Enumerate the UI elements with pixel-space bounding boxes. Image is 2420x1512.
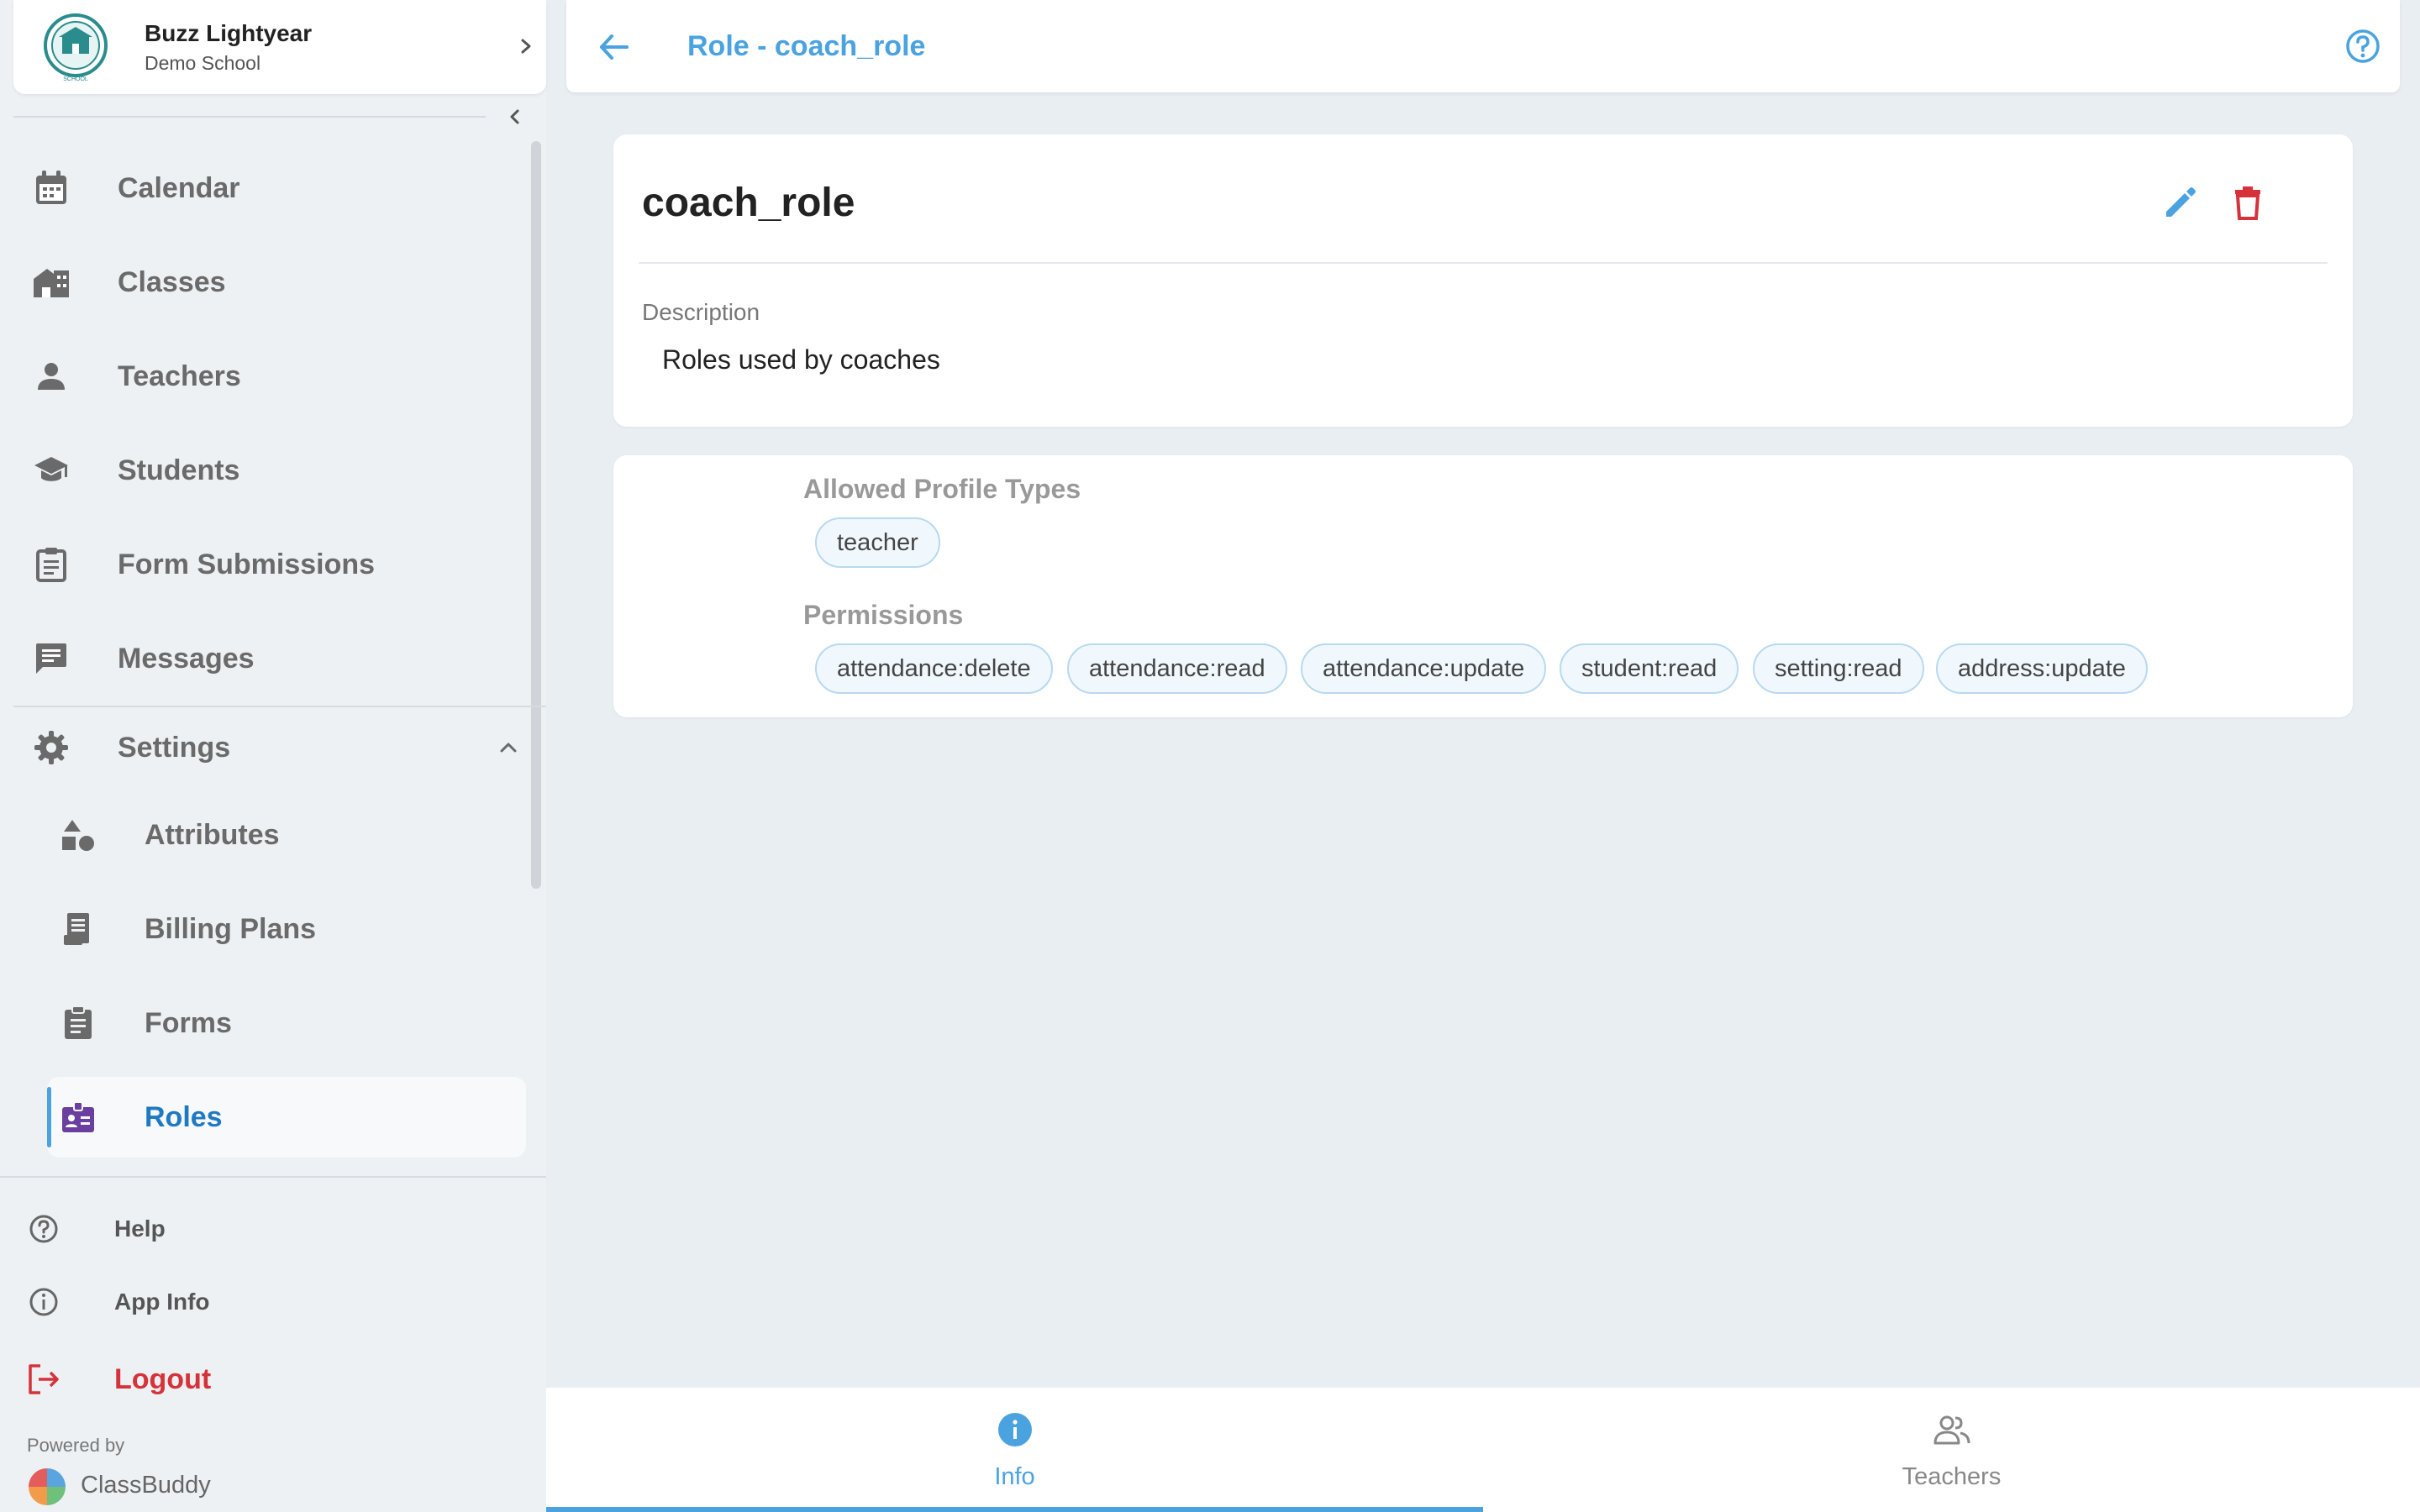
chevron-right-icon <box>521 39 531 54</box>
sidebar-item-form-submissions[interactable]: Form Submissions <box>13 522 526 606</box>
chevron-up-icon <box>500 743 517 753</box>
sidebar-item-messages[interactable]: Messages <box>13 617 526 701</box>
message-icon <box>32 639 71 678</box>
sidebar-item-settings[interactable]: Settings <box>13 706 526 790</box>
permission-chip[interactable]: attendance:update <box>1301 643 1547 694</box>
active-tab-indicator <box>546 1507 1483 1512</box>
profile-name: Buzz Lightyear <box>145 20 313 46</box>
back-arrow-icon[interactable] <box>595 29 632 66</box>
page-title: Role - coach_role <box>687 30 926 62</box>
app-info-link[interactable]: App Info <box>13 1273 518 1331</box>
school-logo: SCHOOL <box>44 13 108 82</box>
delete-trash-icon[interactable] <box>2228 183 2267 222</box>
help-label: Help <box>114 1215 166 1242</box>
divider <box>0 1176 546 1178</box>
sidebar-item-label: Roles <box>145 1100 223 1133</box>
sidebar-item-calendar[interactable]: Calendar <box>13 146 526 230</box>
sidebar-item-label: Classes <box>118 265 226 298</box>
page-header: Role - coach_role <box>566 0 2400 92</box>
sidebar-item-forms[interactable]: Forms <box>13 981 526 1065</box>
profile-switcher[interactable]: SCHOOL Buzz Lightyear Demo School <box>13 0 546 94</box>
classes-icon <box>32 263 71 302</box>
sidebar-item-teachers[interactable]: Teachers <box>13 334 526 418</box>
divider <box>639 262 2328 264</box>
permissions-label: Permissions <box>803 600 964 630</box>
divider <box>13 116 486 118</box>
school-logo-text: SCHOOL <box>63 76 88 82</box>
sidebar-item-label: Settings <box>118 731 231 764</box>
permission-chip[interactable]: setting:read <box>1753 643 1924 694</box>
role-details-card: coach_role Description Roles used by coa… <box>613 134 2353 427</box>
permission-chip[interactable]: attendance:read <box>1067 643 1287 694</box>
sidebar-item-label: Billing Plans <box>145 912 317 945</box>
edit-pencil-icon[interactable] <box>2161 183 2200 222</box>
profile-type-chip[interactable]: teacher <box>815 517 940 568</box>
clipboard-list-icon <box>32 545 71 584</box>
sidebar-item-attributes[interactable]: Attributes <box>13 793 526 877</box>
sidebar-item-label: Students <box>118 454 240 486</box>
logout-icon <box>27 1362 60 1396</box>
classbuddy-logo-icon <box>29 1468 66 1505</box>
sidebar-item-label: Form Submissions <box>118 548 376 580</box>
graduation-cap-icon <box>32 451 71 490</box>
info-icon <box>990 1404 1040 1455</box>
sidebar-item-students[interactable]: Students <box>13 428 526 512</box>
gear-icon <box>32 728 71 767</box>
help-icon[interactable] <box>2344 28 2381 65</box>
role-name: coach_role <box>642 181 855 225</box>
powered-by-text: Powered by <box>27 1435 125 1456</box>
brand-name: ClassBuddy <box>81 1472 211 1499</box>
receipt-icon <box>59 910 97 948</box>
tab-label: Info <box>994 1463 1035 1490</box>
description-value: Roles used by coaches <box>662 344 940 375</box>
sidebar-item-label: Forms <box>145 1006 232 1039</box>
person-icon <box>32 357 71 396</box>
tab-info[interactable]: Info <box>546 1388 1483 1512</box>
clipboard-icon <box>59 1004 97 1042</box>
sidebar-item-roles[interactable]: Roles <box>13 1075 526 1159</box>
help-link[interactable]: Help <box>13 1200 518 1258</box>
sidebar: SCHOOL Buzz Lightyear Demo School Calend… <box>0 0 546 1512</box>
people-icon <box>1927 1404 1977 1455</box>
permission-chip[interactable]: student:read <box>1560 643 1739 694</box>
badge-icon <box>59 1098 97 1137</box>
tab-teachers[interactable]: Teachers <box>1483 1388 2420 1512</box>
sidebar-item-label: Calendar <box>118 171 240 204</box>
app-info-label: App Info <box>114 1289 210 1315</box>
bottom-tab-bar: Info Teachers <box>546 1388 2420 1512</box>
tab-label: Teachers <box>1902 1463 2002 1490</box>
calendar-icon <box>32 169 71 207</box>
role-access-card: Allowed Profile Types teacher Permission… <box>613 455 2353 717</box>
shapes-icon <box>59 816 97 854</box>
sidebar-item-classes[interactable]: Classes <box>13 240 526 324</box>
sidebar-item-billing-plans[interactable]: Billing Plans <box>13 887 526 971</box>
sidebar-item-label: Attributes <box>145 818 280 851</box>
info-circle-icon <box>27 1285 60 1319</box>
permission-chip[interactable]: address:update <box>1936 643 2148 694</box>
sidebar-item-label: Messages <box>118 642 255 675</box>
help-circle-icon <box>27 1212 60 1246</box>
description-label: Description <box>642 299 760 325</box>
logout-button[interactable]: Logout <box>13 1350 518 1409</box>
sidebar-scrollbar[interactable] <box>531 141 541 889</box>
logout-label: Logout <box>114 1362 212 1395</box>
collapse-sidebar-icon[interactable] <box>502 104 528 129</box>
allowed-profile-types-label: Allowed Profile Types <box>803 474 1081 504</box>
permission-chip[interactable]: attendance:delete <box>815 643 1053 694</box>
profile-school: Demo School <box>145 52 261 74</box>
sidebar-item-label: Teachers <box>118 360 241 392</box>
